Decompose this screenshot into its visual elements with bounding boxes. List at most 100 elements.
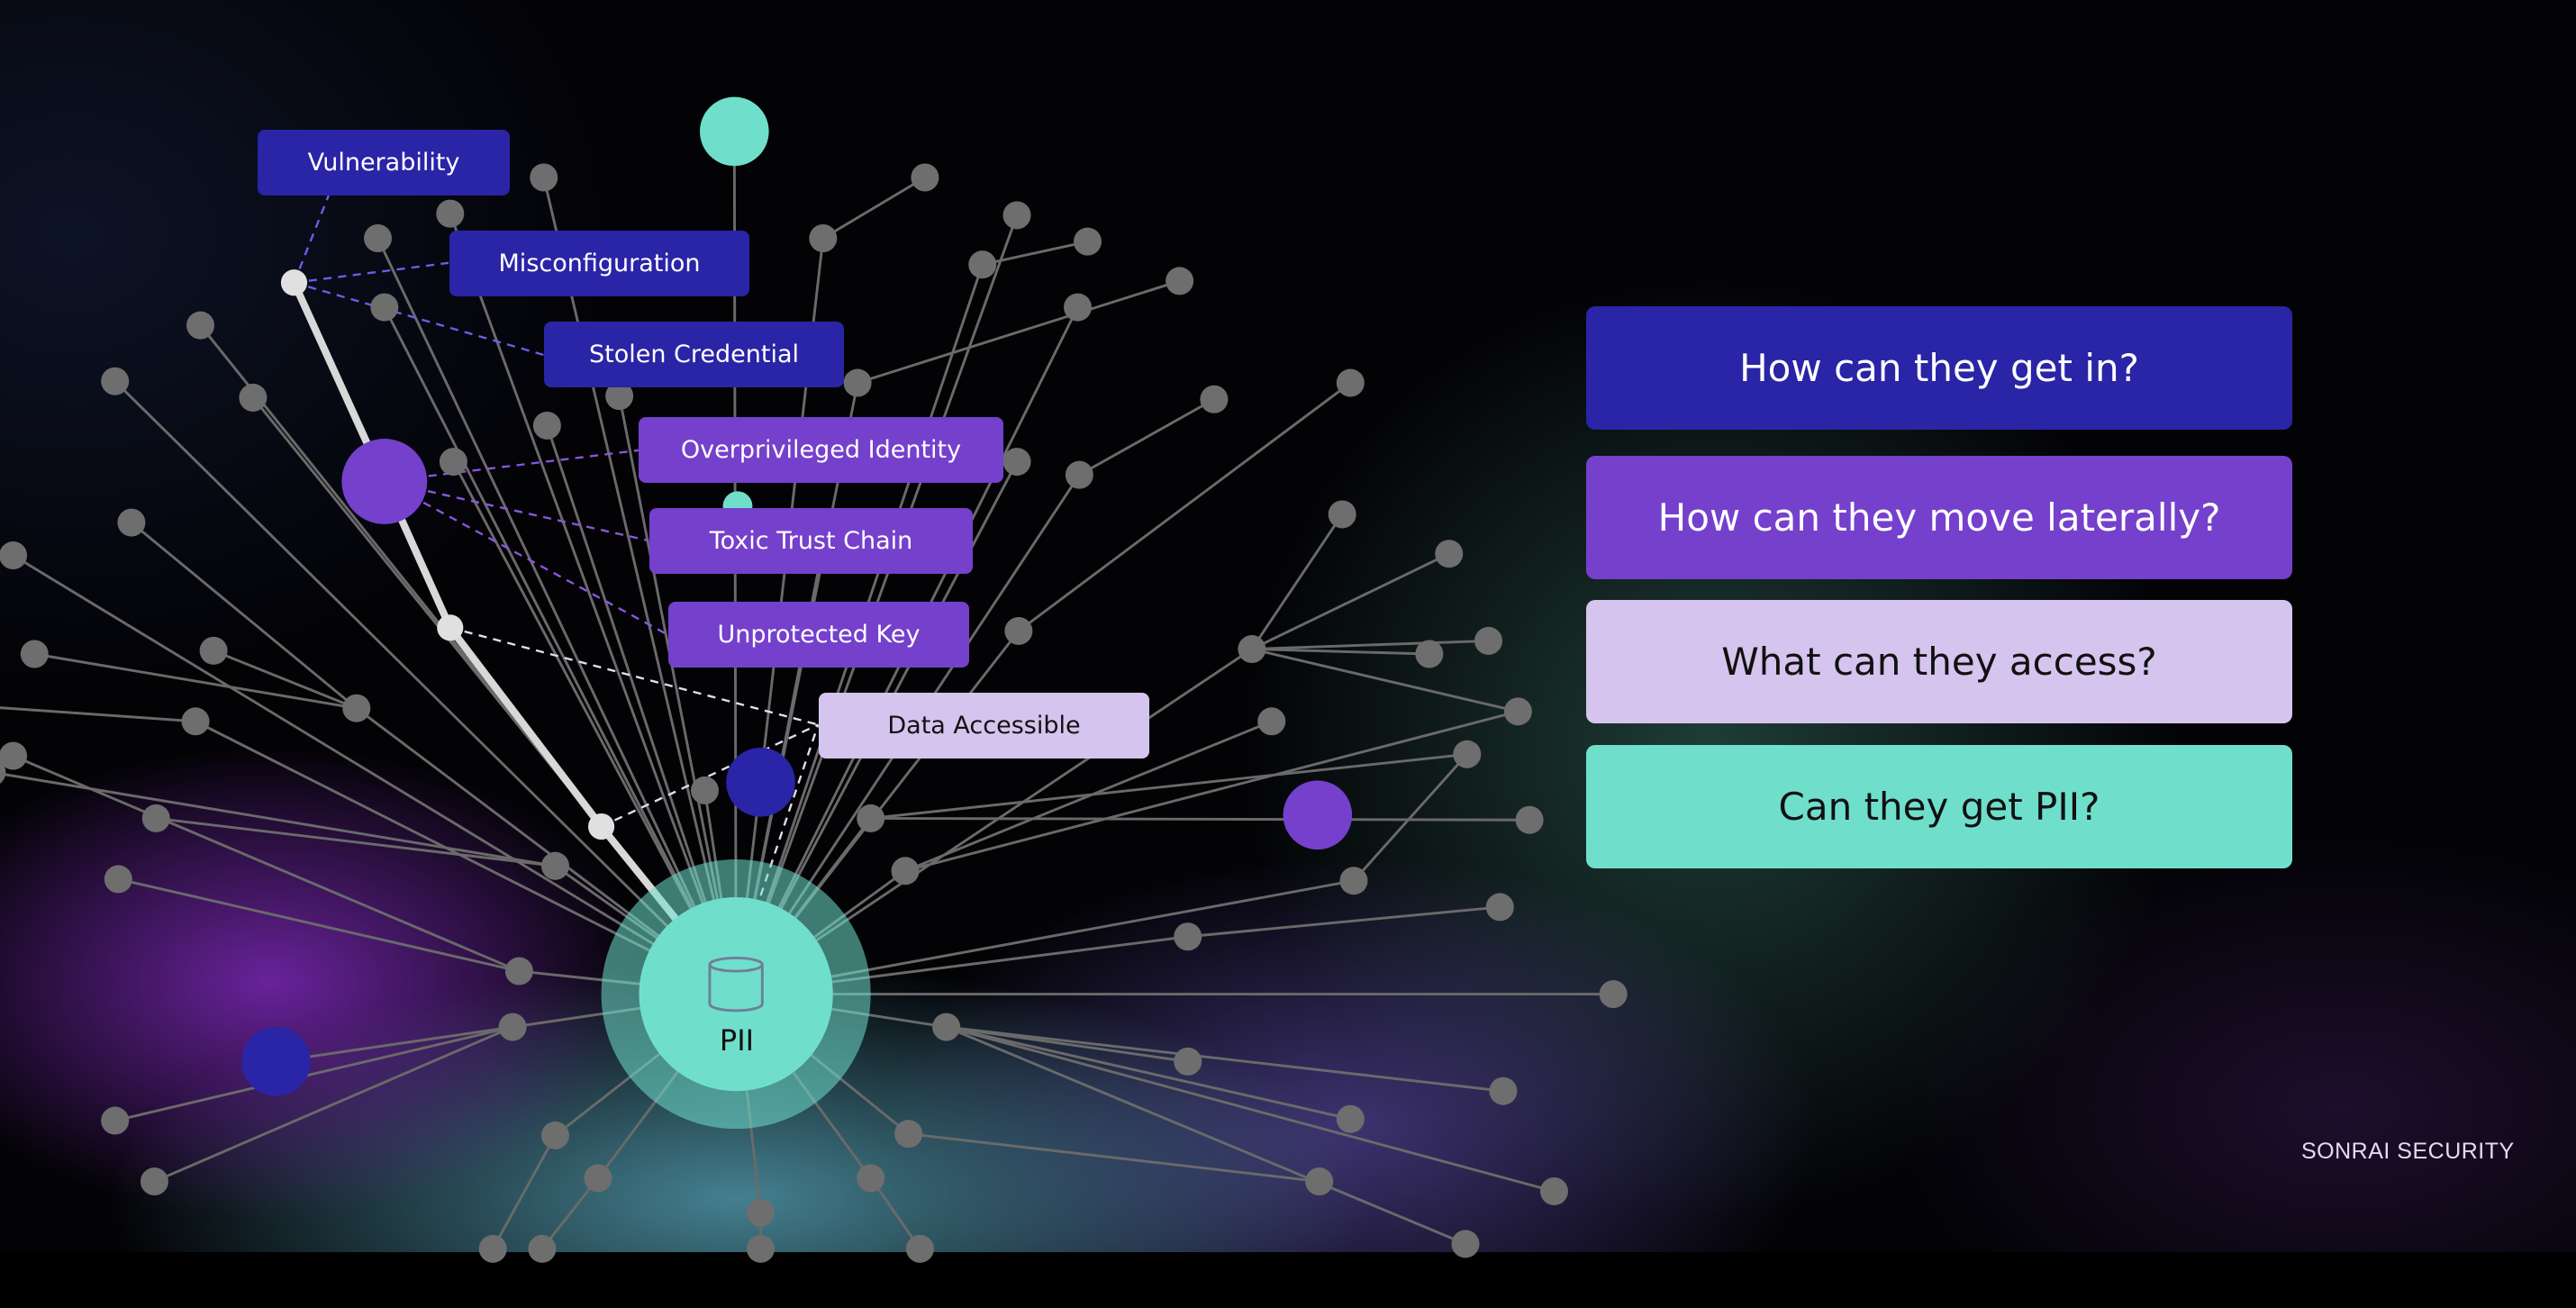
graph-node [1336,368,1365,397]
graph-edge [0,706,196,723]
graph-edge [1250,513,1344,650]
dashed-connector [294,261,449,284]
label-text: Unprotected Key [717,621,921,649]
graph-node [1474,626,1503,655]
graph-edge [1251,639,1489,650]
graph-node [364,223,393,253]
question-get-pii[interactable]: Can they get PII? [1586,745,2292,868]
graph-node [1002,201,1031,230]
label-text: Stolen Credential [588,341,800,368]
graph-node [199,636,228,665]
graph-node [239,383,268,412]
graph-edge [1078,397,1215,477]
graph-node [1305,1167,1334,1196]
graph-edge [213,649,358,710]
graph-node [342,694,371,722]
graph-edge [946,1025,1351,1121]
graph-edge [822,176,926,240]
identity-node [341,439,428,524]
graph-node [894,1120,923,1149]
graph-node [0,541,28,570]
graph-node [478,1234,507,1263]
graph-node [1174,922,1202,951]
graph-edge [1187,905,1501,939]
graph-node [1539,1176,1568,1205]
graph-node [1485,893,1514,922]
dashed-connector [293,195,330,284]
graph-edge [1251,648,1429,656]
purple-node [1283,780,1353,850]
graph-node [541,1121,570,1149]
graph-edge [1251,552,1450,650]
graph-node [498,1013,527,1041]
graph-node [690,776,719,804]
graph-node [911,163,939,192]
graph-node [1336,1104,1365,1133]
graph-node [1166,267,1194,295]
graph-node [504,957,533,986]
graph-node [932,1013,961,1041]
graph-node [104,865,132,894]
graph-node [1073,227,1102,256]
graph-node [541,851,570,880]
navy-node [726,747,795,817]
graph-node [140,1167,168,1196]
graph-node [532,411,561,440]
data-node [587,813,615,840]
graph-node [1238,635,1266,664]
label-stolen-credential[interactable]: Stolen Credential [544,322,844,387]
graph-node [1339,867,1368,895]
graph-edge [34,652,358,710]
graph-node [857,1164,885,1193]
graph-edge [114,1025,513,1122]
graph-node [1002,448,1031,477]
label-overprivileged-identity[interactable]: Overprivileged Identity [639,417,1003,483]
graph-edge [1017,381,1352,632]
graph-edge [1251,648,1519,713]
graph-node [530,163,558,192]
graph-node [1415,640,1444,668]
graph-node [843,368,872,397]
graph-node [891,857,920,886]
graph-node [746,1234,776,1263]
brand-logo-text: SONRAI SECURITY [2301,1139,2515,1164]
label-data-accessible[interactable]: Data Accessible [819,693,1149,758]
graph-edge [946,1025,1466,1246]
graph-node [101,1106,130,1135]
graph-node [181,707,210,736]
graph-node [1599,980,1628,1009]
graph-node [1004,616,1033,645]
graph-node [186,311,215,340]
question-access[interactable]: What can they access? [1586,600,2292,723]
graph-edge [982,240,1088,267]
pii-node[interactable] [601,859,871,1130]
question-get-in[interactable]: How can they get in? [1586,306,2292,430]
question-text: How can they move laterally? [1657,495,2221,540]
graph-node [1451,1230,1480,1258]
label-vulnerability[interactable]: Vulnerability [258,130,510,195]
label-misconfiguration[interactable]: Misconfiguration [449,231,749,296]
graph-node [1257,707,1286,736]
question-move-laterally[interactable]: How can they move laterally? [1586,456,2292,579]
graph-node [1328,500,1356,529]
label-toxic-trust-chain[interactable]: Toxic Trust Chain [649,508,973,574]
graph-edge [130,521,358,710]
label-text: Data Accessible [887,712,1081,740]
graph-node [1515,805,1544,834]
graph-edge [946,1025,1555,1193]
graph-edge [946,1025,1504,1093]
graph-edge [1352,753,1468,882]
graph-node [117,508,146,537]
graph-node [968,250,997,279]
label-text: Overprivileged Identity [680,436,962,464]
label-text: Toxic Trust Chain [709,527,913,555]
graph-node [905,1234,934,1263]
graph-edge [870,816,1530,822]
graph-node [1489,1076,1518,1105]
label-text: Misconfiguration [498,250,701,277]
graph-node [857,804,885,832]
graph-node [1200,385,1229,413]
graph-node [1503,697,1532,726]
label-unprotected-key[interactable]: Unprotected Key [668,602,969,668]
graph-node [141,804,170,832]
